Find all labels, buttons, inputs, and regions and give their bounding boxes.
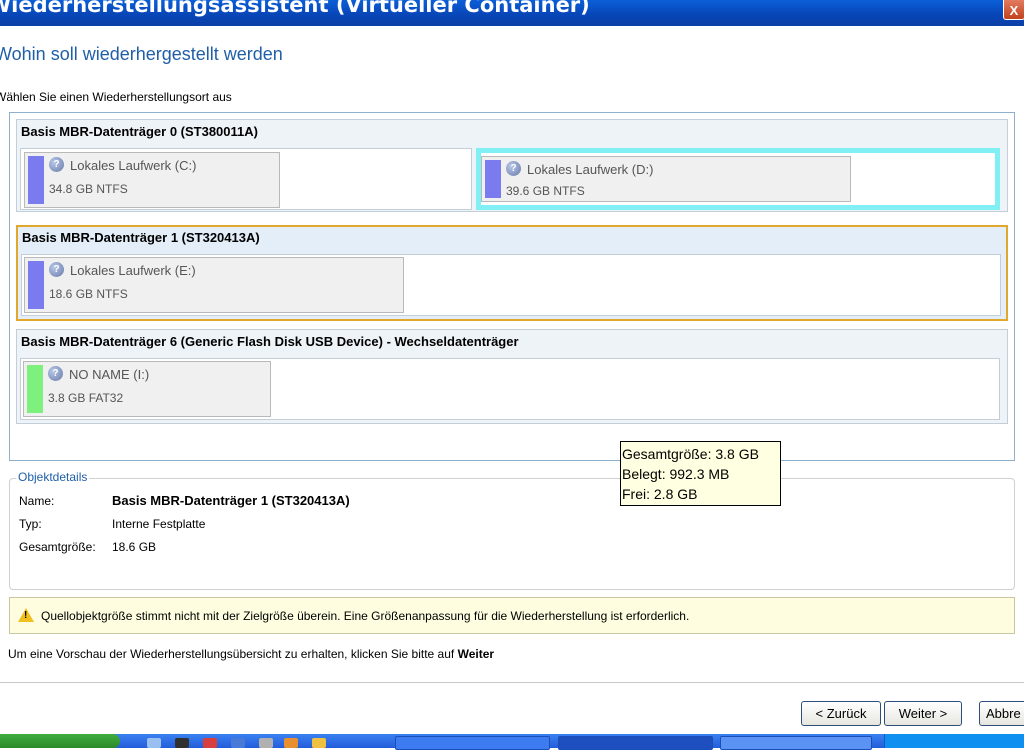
partition-lane: ? Lokales Laufwerk (E:) 18.6 GB NTFS [21,254,1001,316]
disk-title: Basis MBR-Datenträger 0 (ST380011A) [21,124,258,139]
partition-lane: ? NO NAME (I:) 3.8 GB FAT32 [20,358,1000,420]
partition-lane: ? Lokales Laufwerk (D:) 39.6 GB NTFS [481,153,995,205]
partition-detail: 34.8 GB NTFS [49,182,128,196]
quicklaunch-browser-icon[interactable] [284,738,298,748]
type-label: Typ: [19,517,42,531]
hint-text: Um eine Vorschau der Wiederherstellungsü… [8,647,458,661]
partition-name: Lokales Laufwerk (C:) [70,158,197,173]
partition-detail: 18.6 GB NTFS [49,287,128,301]
name-label: Name: [19,494,55,508]
preview-hint: Um eine Vorschau der Wiederherstellungsü… [8,647,494,661]
warning-icon: ! [18,608,34,622]
tooltip-free: Frei: 2.8 GB [622,486,698,502]
question-icon: ? [506,161,521,176]
tooltip-total: Gesamtgröße: 3.8 GB [622,446,759,462]
name-value: Basis MBR-Datenträger 1 (ST320413A) [112,493,350,508]
quicklaunch-app-icon[interactable] [259,738,273,748]
size-tooltip: Gesamtgröße: 3.8 GB Belegt: 992.3 MB Fre… [620,441,781,506]
page-title: Wohin soll wiederhergestellt werden [0,44,283,64]
partition-name: NO NAME (I:) [69,367,150,382]
partition-i[interactable]: ? NO NAME (I:) 3.8 GB FAT32 [23,361,271,417]
partition-color-bar [485,160,501,198]
question-icon: ? [49,157,64,172]
warning-text: Quellobjektgröße stimmt nicht mit der Zi… [41,609,690,623]
partition-c[interactable]: ? Lokales Laufwerk (C:) 34.8 GB NTFS [24,152,280,208]
partition-d[interactable]: ? Lokales Laufwerk (D:) 39.6 GB NTFS [481,156,851,202]
disk-1[interactable]: Basis MBR-Datenträger 1 (ST320413A) ? Lo… [16,225,1008,321]
partition-detail: 3.8 GB FAT32 [48,391,124,405]
partition-color-bar [28,156,44,204]
partition-name: Lokales Laufwerk (D:) [527,162,654,177]
disk-title: Basis MBR-Datenträger 6 (Generic Flash D… [21,334,519,349]
cancel-button[interactable]: Abbre [979,701,1024,726]
quicklaunch-app-icon[interactable] [203,738,217,748]
window-title-bar: Wiederherstellungsassistent (Virtueller … [0,0,1024,26]
warning-banner: ! Quellobjektgröße stimmt nicht mit der … [9,597,1015,634]
disk-0[interactable]: Basis MBR-Datenträger 0 (ST380011A) ? Lo… [16,119,1008,212]
start-button[interactable] [0,734,120,748]
quicklaunch-desktop-icon[interactable] [147,738,161,748]
object-details-legend: Objektdetails [16,470,90,484]
back-button[interactable]: < Zurück [801,701,881,726]
taskbar [0,734,1024,750]
page-instruction: Wählen Sie einen Wiederherstellungsort a… [0,90,232,104]
window-title: Wiederherstellungsassistent (Virtueller … [0,0,590,17]
size-value: 18.6 GB [112,540,157,554]
partition-e[interactable]: ? Lokales Laufwerk (E:) 18.6 GB NTFS [24,257,404,313]
partition-color-bar [28,261,44,309]
quicklaunch-app-icon[interactable] [231,738,245,748]
partition-color-bar [27,365,43,413]
close-button[interactable]: X [1003,0,1024,20]
partition-detail: 39.6 GB NTFS [506,184,585,198]
button-separator [0,682,1024,683]
partition-d-highlight: ? Lokales Laufwerk (D:) 39.6 GB NTFS [476,148,1000,210]
question-icon: ? [49,262,64,277]
quicklaunch-app-icon[interactable] [175,738,189,748]
quicklaunch-app-icon[interactable] [312,738,326,748]
next-button[interactable]: Weiter > [884,701,962,726]
partition-name: Lokales Laufwerk (E:) [70,263,196,278]
hint-bold: Weiter [457,647,495,661]
disk-6[interactable]: Basis MBR-Datenträger 6 (Generic Flash D… [16,329,1008,424]
disk-title: Basis MBR-Datenträger 1 (ST320413A) [22,230,260,245]
partition-lane: ? Lokales Laufwerk (C:) 34.8 GB NTFS [20,148,472,210]
type-value: Interne Festplatte [112,517,206,531]
question-icon: ? [48,366,63,381]
size-label: Gesamtgröße: [19,540,96,554]
disk-list: Basis MBR-Datenträger 0 (ST380011A) ? Lo… [9,112,1015,461]
tooltip-used: Belegt: 992.3 MB [622,466,730,482]
system-tray [884,734,1024,748]
